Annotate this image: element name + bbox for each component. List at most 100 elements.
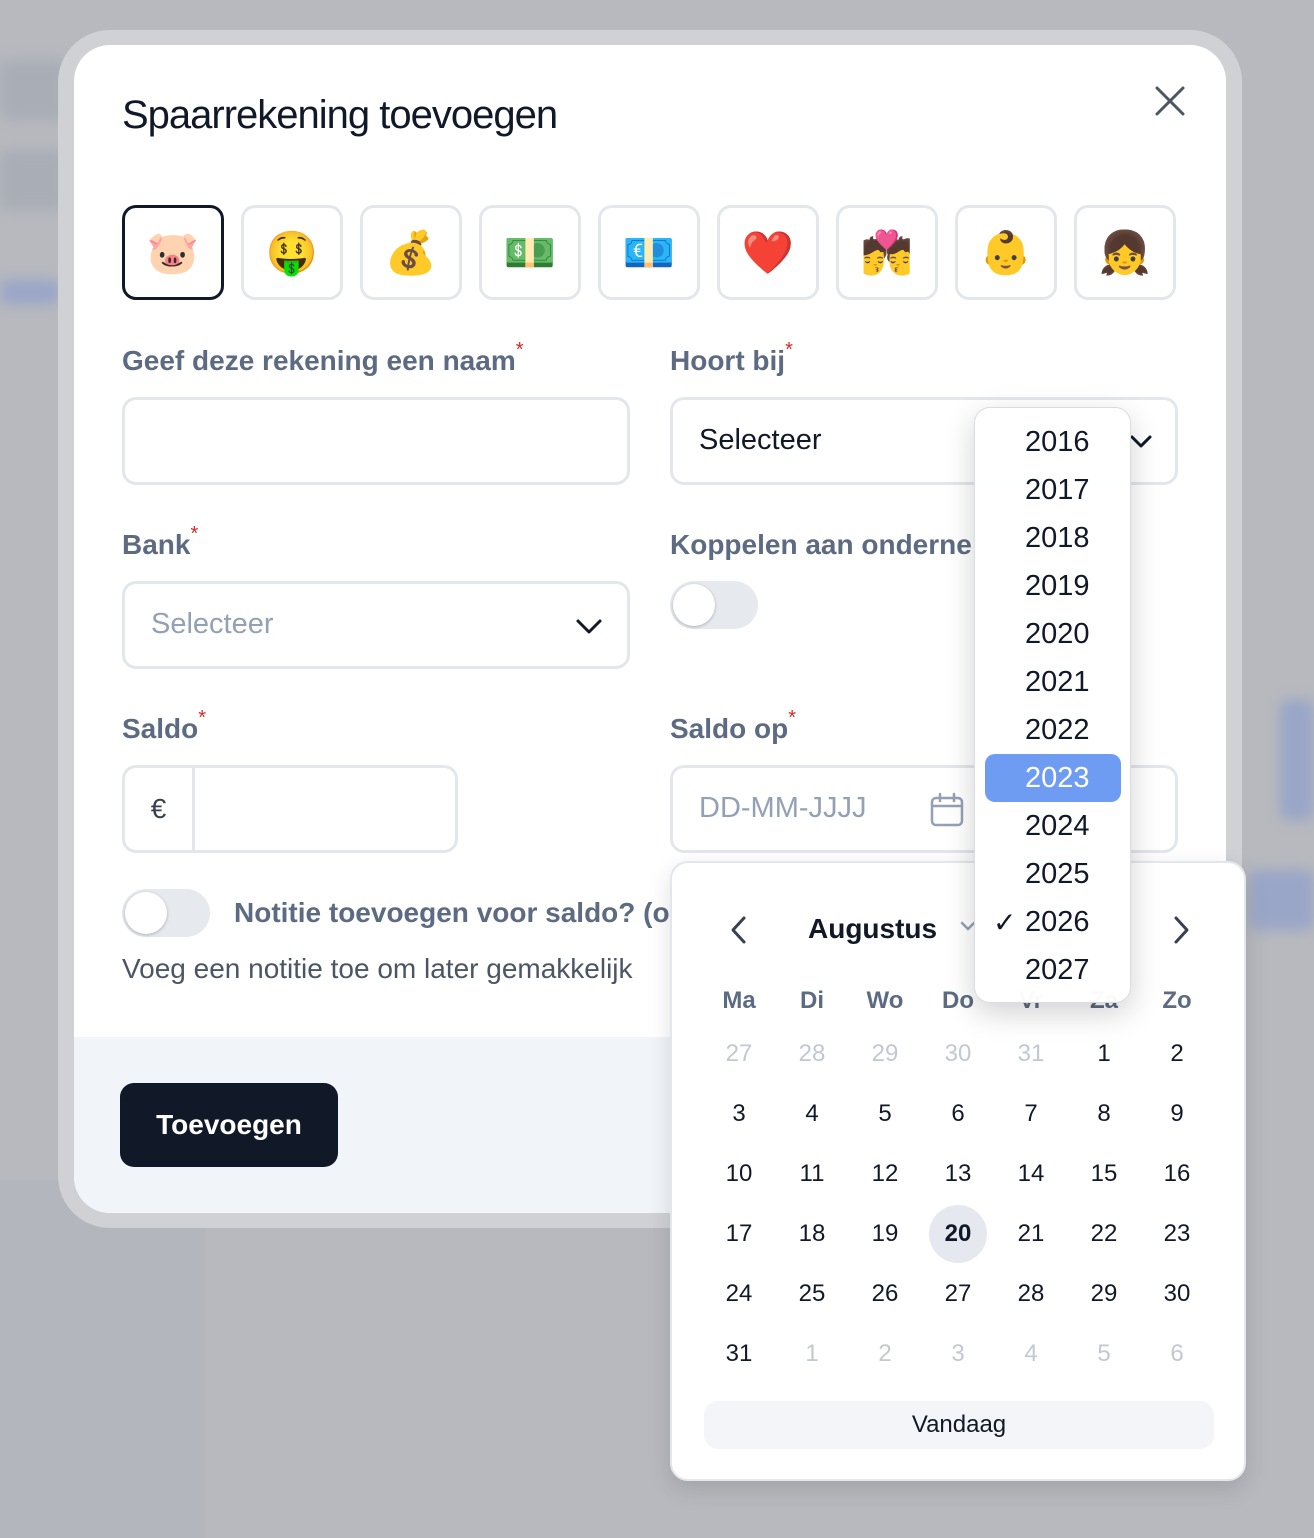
previous-month-icon[interactable] [724,913,754,947]
emoji-option-girl[interactable]: 👧 [1074,205,1176,300]
year-option-label: 2020 [1025,617,1090,650]
background-blur-shape [0,280,60,304]
year-option[interactable]: 2020 [985,610,1121,658]
calendar-day[interactable]: 19 [856,1205,914,1263]
calendar-day[interactable]: 28 [1002,1265,1060,1323]
balance-label: Saldo* [122,707,206,745]
calendar-day[interactable]: 4 [783,1085,841,1143]
calendar-day[interactable]: 11 [783,1145,841,1203]
required-asterisk: * [190,523,199,545]
year-option[interactable]: 2027 [985,946,1121,994]
calendar-day[interactable]: 8 [1075,1085,1133,1143]
today-button[interactable]: Vandaag [704,1401,1214,1449]
calendar-day-today[interactable]: 20 [929,1205,987,1263]
name-label: Geef deze rekening een naam* [122,339,524,377]
calendar-day[interactable]: 27 [710,1025,768,1083]
year-option[interactable]: 2021 [985,658,1121,706]
year-option-label: 2022 [1025,713,1090,746]
year-option-label: 2019 [1025,569,1090,602]
year-option[interactable]: 2019 [985,562,1121,610]
weekday-label: Di [800,987,824,1014]
belongs-to-value: Selecteer [699,424,822,456]
calendar-day[interactable]: 3 [929,1325,987,1383]
calendar-day[interactable]: 24 [710,1265,768,1323]
calendar-day[interactable]: 6 [1148,1325,1206,1383]
calendar-day[interactable]: 7 [1002,1085,1060,1143]
bank-label-text: Bank [122,529,191,560]
calendar-day[interactable]: 29 [856,1025,914,1083]
add-button[interactable]: Toevoegen [120,1083,338,1167]
calendar-day[interactable]: 30 [1148,1265,1206,1323]
calendar-day[interactable]: 31 [710,1325,768,1383]
emoji-option-euro-banknote[interactable]: 💶 [598,205,700,300]
link-company-label: Koppelen aan onderne [670,529,972,560]
year-option[interactable]: 2022 [985,706,1121,754]
next-month-icon[interactable] [1166,913,1196,947]
calendar-day[interactable]: 22 [1075,1205,1133,1263]
link-company-toggle[interactable] [670,581,758,629]
required-asterisk: * [785,339,793,361]
calendar-day[interactable]: 12 [856,1145,914,1203]
balance-date-label: Saldo op* [670,707,796,745]
calendar-day[interactable]: 13 [929,1145,987,1203]
calendar-day[interactable]: 29 [1075,1265,1133,1323]
toggle-knob [125,892,167,934]
calendar-day[interactable]: 25 [783,1265,841,1323]
year-option[interactable]: 2018 [985,514,1121,562]
calendar-day[interactable]: 23 [1148,1205,1206,1263]
close-icon [1155,86,1185,116]
emoji-option-baby[interactable]: 👶 [955,205,1057,300]
calendar-day[interactable]: 9 [1148,1085,1206,1143]
month-select[interactable]: Augustus [808,913,937,945]
emoji-option-money-bag[interactable]: 💰 [360,205,462,300]
balance-input[interactable] [198,768,455,850]
calendar-day[interactable]: 5 [856,1085,914,1143]
year-option[interactable]: 2025 [985,850,1121,898]
calendar-day[interactable]: 17 [710,1205,768,1263]
calendar-day[interactable]: 1 [1075,1025,1133,1083]
calendar-day[interactable]: 15 [1075,1145,1133,1203]
calendar-day[interactable]: 14 [1002,1145,1060,1203]
emoji-option-money-mouth[interactable]: 🤑 [241,205,343,300]
bank-select[interactable]: Selecteer [122,581,630,669]
calendar-day[interactable]: 27 [929,1265,987,1323]
chevron-down-icon [576,619,602,634]
weekday-label: Zo [1162,987,1192,1014]
calendar-day[interactable]: 30 [929,1025,987,1083]
name-label-text: Geef deze rekening een naam [122,345,516,376]
required-asterisk: * [198,707,207,729]
close-button[interactable] [1150,81,1190,121]
year-option-label: 2017 [1025,473,1090,506]
emoji-option-heart[interactable]: ❤️ [717,205,819,300]
calendar-day[interactable]: 3 [710,1085,768,1143]
year-option[interactable]: 2023 [985,754,1121,802]
calendar-day[interactable]: 6 [929,1085,987,1143]
calendar-day[interactable]: 21 [1002,1205,1060,1263]
modal-title: Spaarrekening toevoegen [122,93,558,137]
emoji-option-dollar-banknote[interactable]: 💵 [479,205,581,300]
toggle-knob [673,584,715,626]
calendar-day[interactable]: 5 [1075,1325,1133,1383]
year-option[interactable]: 2017 [985,466,1121,514]
year-option[interactable]: 2024 [985,802,1121,850]
calendar-day[interactable]: 26 [856,1265,914,1323]
account-name-input[interactable] [122,397,630,485]
calendar-day[interactable]: 10 [710,1145,768,1203]
calendar-day[interactable]: 2 [1148,1025,1206,1083]
calendar-day[interactable]: 1 [783,1325,841,1383]
calendar-day[interactable]: 16 [1148,1145,1206,1203]
calendar-day[interactable]: 28 [783,1025,841,1083]
calendar-icon[interactable] [929,792,965,828]
date-placeholder: DD-MM-JJJJ [699,792,867,824]
emoji-option-pig[interactable]: 🐷 [122,205,224,300]
calendar-day[interactable]: 4 [1002,1325,1060,1383]
calendar-day[interactable]: 18 [783,1205,841,1263]
calendar-day[interactable]: 2 [856,1325,914,1383]
calendar-day[interactable]: 31 [1002,1025,1060,1083]
year-option[interactable]: ✓ 2026 [985,898,1121,946]
chevron-down-icon [1130,435,1152,448]
year-option-label: 2018 [1025,521,1090,554]
year-option[interactable]: 2016 [985,418,1121,466]
note-toggle[interactable] [122,889,210,937]
emoji-option-couple-kiss[interactable]: 💏 [836,205,938,300]
